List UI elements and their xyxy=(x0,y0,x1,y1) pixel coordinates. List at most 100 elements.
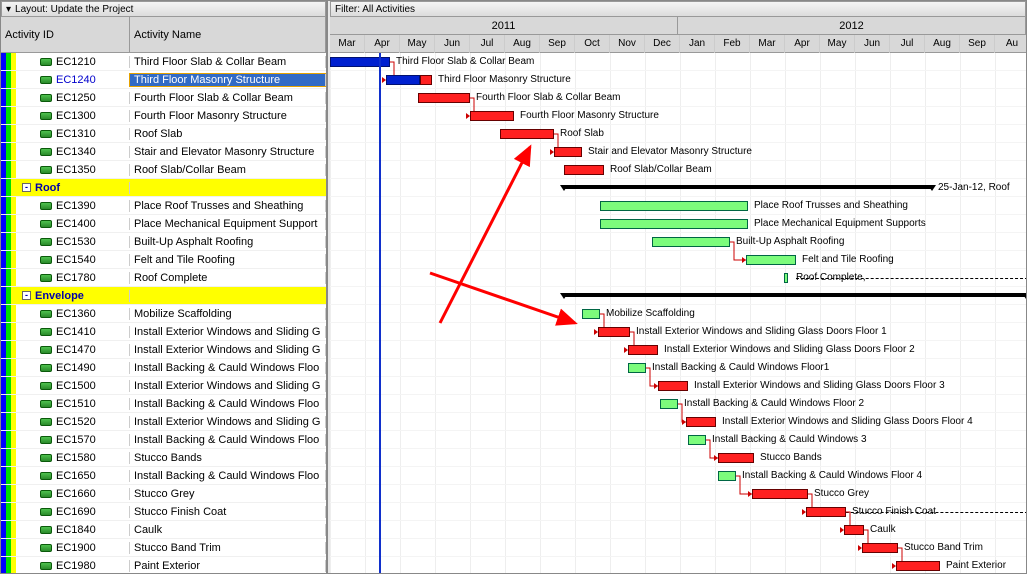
activity-icon xyxy=(40,490,52,498)
gantt-bar[interactable] xyxy=(386,75,420,85)
month-header: Au xyxy=(995,35,1027,53)
gantt-bar[interactable] xyxy=(746,255,796,265)
activity-row[interactable]: EC1660Stucco Grey xyxy=(1,485,326,503)
layout-header[interactable]: ▾ Layout: Update the Project xyxy=(1,1,326,17)
activity-id-text: EC1410 xyxy=(56,326,96,338)
activity-id-text: EC1300 xyxy=(56,110,96,122)
activity-row[interactable]: EC1520Install Exterior Windows and Slidi… xyxy=(1,413,326,431)
activity-name-text: Stair and Elevator Masonry Structure xyxy=(130,146,326,158)
activity-row[interactable]: EC1340 Stair and Elevator Masonry Structu… xyxy=(1,143,326,161)
gantt-bar[interactable] xyxy=(652,237,730,247)
activity-icon xyxy=(40,76,52,84)
bar-label: Fourth Floor Masonry Structure xyxy=(520,110,659,121)
activity-row[interactable]: EC1310Roof Slab xyxy=(1,125,326,143)
collapse-icon[interactable]: - xyxy=(22,291,31,300)
wbs-group-row[interactable]: -Roof xyxy=(1,179,326,197)
activity-icon xyxy=(40,544,52,552)
activity-row[interactable]: EC1840Caulk xyxy=(1,521,326,539)
activity-icon xyxy=(40,310,52,318)
activity-row[interactable]: EC1360Mobilize Scaffolding xyxy=(1,305,326,323)
gantt-bar[interactable] xyxy=(718,471,736,481)
activity-row[interactable]: EC1300Fourth Floor Masonry Structure xyxy=(1,107,326,125)
activity-row[interactable]: EC1390Place Roof Trusses and Sheathing xyxy=(1,197,326,215)
gantt-bar[interactable] xyxy=(752,489,808,499)
activity-row[interactable]: EC1900Stucco Band Trim xyxy=(1,539,326,557)
gantt-bar[interactable] xyxy=(470,111,514,121)
activity-row[interactable]: EC1490Install Backing & Cauld Windows Fl… xyxy=(1,359,326,377)
activity-grid[interactable]: EC1210Third Floor Slab & Collar BeamEC12… xyxy=(1,53,326,573)
activity-row[interactable]: EC1530Built-Up Asphalt Roofing xyxy=(1,233,326,251)
summary-bar[interactable] xyxy=(564,185,932,189)
activity-icon xyxy=(40,472,52,480)
gantt-bar[interactable] xyxy=(598,327,630,337)
activity-row[interactable]: EC1470Install Exterior Windows and Slidi… xyxy=(1,341,326,359)
gantt-chart-area[interactable]: Third Floor Slab & Collar BeamThird Floo… xyxy=(330,53,1026,573)
gantt-bar[interactable] xyxy=(420,75,432,85)
gantt-bar[interactable] xyxy=(862,543,898,553)
gantt-bar[interactable] xyxy=(660,399,678,409)
activity-icon xyxy=(40,400,52,408)
activity-row[interactable]: EC1500Install Exterior Windows and Slidi… xyxy=(1,377,326,395)
summary-bar[interactable] xyxy=(564,293,1026,297)
bar-label: Third Floor Masonry Structure xyxy=(438,74,571,85)
activity-row[interactable]: EC1650Install Backing & Cauld Windows Fl… xyxy=(1,467,326,485)
activity-icon xyxy=(40,562,52,570)
gantt-bar[interactable] xyxy=(554,147,582,157)
gantt-bar[interactable] xyxy=(600,219,748,229)
filter-title: Filter: All Activities xyxy=(335,4,415,15)
gantt-bar[interactable] xyxy=(582,309,600,319)
activity-row[interactable]: EC1570Install Backing & Cauld Windows Fl… xyxy=(1,431,326,449)
activity-id-text: EC1490 xyxy=(56,362,96,374)
gantt-bar[interactable] xyxy=(718,453,754,463)
gantt-bar[interactable] xyxy=(564,165,604,175)
gantt-bar[interactable] xyxy=(330,57,390,67)
activity-name-text: Roof Slab/Collar Beam xyxy=(130,164,326,176)
activity-id-text: EC1650 xyxy=(56,470,96,482)
bar-label: Caulk xyxy=(870,524,896,535)
activity-name-text: Stucco Bands xyxy=(130,452,326,464)
activity-row[interactable]: EC1410Install Exterior Windows and Slidi… xyxy=(1,323,326,341)
activity-id-text: EC1340 xyxy=(56,146,96,158)
gantt-bar[interactable] xyxy=(784,273,788,283)
gantt-bar[interactable] xyxy=(688,435,706,445)
col-activity-id[interactable]: Activity ID xyxy=(1,17,130,52)
timeline-header[interactable]: 20112012 MarAprMayJunJulAugSepOctNovDecJ… xyxy=(330,17,1026,53)
activity-row[interactable]: EC1250Fourth Floor Slab & Collar Beam xyxy=(1,89,326,107)
gantt-bar[interactable] xyxy=(658,381,688,391)
activity-row[interactable]: EC1780Roof Complete xyxy=(1,269,326,287)
activity-row[interactable]: EC1580Stucco Bands xyxy=(1,449,326,467)
chevron-down-icon[interactable]: ▾ xyxy=(6,4,11,15)
gantt-bar[interactable] xyxy=(896,561,940,571)
month-header: Mar xyxy=(330,35,365,53)
col-activity-name[interactable]: Activity Name xyxy=(130,17,326,52)
gantt-bar[interactable] xyxy=(628,345,658,355)
gantt-window: ▾ Layout: Update the Project Activity ID… xyxy=(0,0,1027,574)
activity-row[interactable]: EC1540Felt and Tile Roofing xyxy=(1,251,326,269)
collapse-icon[interactable]: - xyxy=(22,183,31,192)
activity-row[interactable]: EC1210Third Floor Slab & Collar Beam xyxy=(1,53,326,71)
bar-label: Paint Exterior xyxy=(946,560,1006,571)
filter-header[interactable]: Filter: All Activities xyxy=(330,1,1026,17)
activity-row[interactable]: EC1690Stucco Finish Coat xyxy=(1,503,326,521)
activity-id-text: EC1540 xyxy=(56,254,96,266)
activity-id-text: EC1470 xyxy=(56,344,96,356)
activity-row[interactable]: EC1400Place Mechanical Equipment Support xyxy=(1,215,326,233)
activity-name-text: Stucco Finish Coat xyxy=(130,506,326,518)
activity-name-text: Caulk xyxy=(130,524,326,536)
bar-label: Roof Complete, xyxy=(796,272,865,283)
activity-row[interactable]: EC1350Roof Slab/Collar Beam xyxy=(1,161,326,179)
activity-row[interactable]: EC1510Install Backing & Cauld Windows Fl… xyxy=(1,395,326,413)
activity-row[interactable]: EC1240Third Floor Masonry Structure xyxy=(1,71,326,89)
gantt-bar[interactable] xyxy=(806,507,846,517)
activity-icon xyxy=(40,166,52,174)
gantt-bar[interactable] xyxy=(686,417,716,427)
activity-row[interactable]: EC1980Paint Exterior xyxy=(1,557,326,573)
bar-label: Fourth Floor Slab & Collar Beam xyxy=(476,92,621,103)
gantt-bar[interactable] xyxy=(500,129,554,139)
gantt-bar[interactable] xyxy=(600,201,748,211)
gantt-bar[interactable] xyxy=(628,363,646,373)
gantt-bar[interactable] xyxy=(418,93,470,103)
activity-id-text: EC1980 xyxy=(56,560,96,572)
wbs-group-row[interactable]: -Envelope xyxy=(1,287,326,305)
gantt-bar[interactable] xyxy=(844,525,864,535)
